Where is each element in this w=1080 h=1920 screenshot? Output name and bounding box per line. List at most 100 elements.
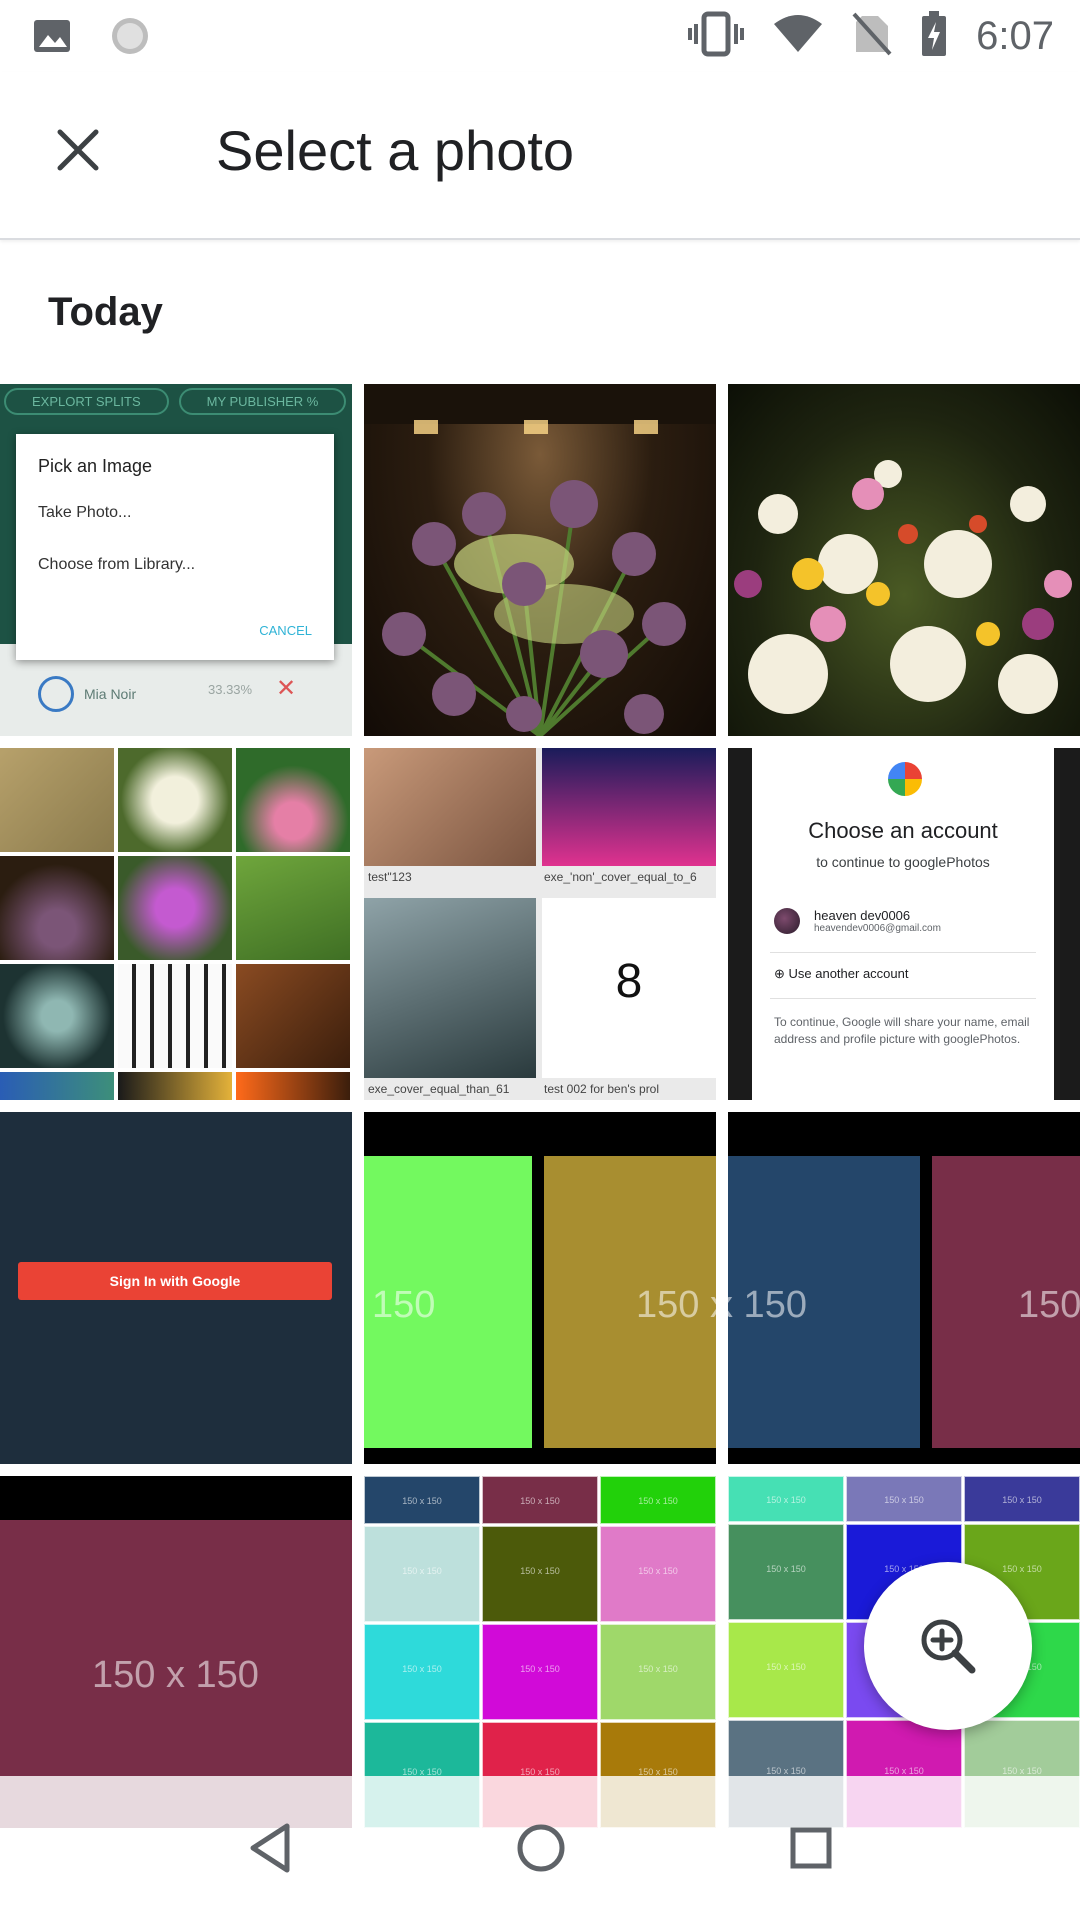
collage-cell bbox=[0, 856, 114, 960]
avatar-icon bbox=[38, 676, 74, 712]
photo-tile-allium-flowers[interactable] bbox=[364, 384, 716, 736]
home-circle-icon bbox=[517, 1824, 565, 1872]
thumb-label: test"123 bbox=[368, 870, 412, 884]
selfie-thumb bbox=[364, 748, 536, 866]
use-another-account: ⊕ Use another account bbox=[774, 966, 908, 982]
placeholder-label: 150 bbox=[1018, 1284, 1080, 1326]
zoom-in-icon bbox=[921, 1619, 976, 1674]
collage-cell bbox=[118, 1072, 232, 1100]
bouquet-photo bbox=[734, 460, 1072, 714]
nav-back-button[interactable] bbox=[226, 1806, 316, 1890]
account-avatar bbox=[774, 908, 800, 934]
collage-cell bbox=[236, 748, 350, 852]
image-icon bbox=[30, 14, 74, 63]
grid-cell: 150 x 150 bbox=[600, 1526, 716, 1622]
nav-recents-button[interactable] bbox=[766, 1806, 856, 1890]
page-title: Select a photo bbox=[216, 119, 575, 182]
photo-tile-mixed-screens[interactable]: test"123 exe_'non'_cover_equal_to_6 8 ex… bbox=[364, 748, 716, 1100]
zoom-in-button[interactable] bbox=[864, 1562, 1032, 1730]
vibrate-icon bbox=[688, 10, 745, 63]
dialog-title: Pick an Image bbox=[38, 456, 153, 476]
placeholder-label: 150 x 150 bbox=[636, 1284, 716, 1326]
row-percent: 33.33% bbox=[208, 682, 253, 697]
row-name: Mia Noir bbox=[84, 686, 137, 702]
grid-cell: 150 x 150 bbox=[600, 1624, 716, 1720]
collage-cell bbox=[0, 964, 114, 1068]
account-email: heavendev0006@gmail.com bbox=[814, 923, 941, 934]
dialog-option-library: Choose from Library... bbox=[38, 556, 196, 573]
grid-cell: 150 x 150 bbox=[482, 1526, 598, 1622]
collage-cell bbox=[236, 1072, 350, 1100]
pill-explort-splits: EXPLORT SPLITS bbox=[4, 388, 169, 415]
app-bar: Select a photo bbox=[0, 72, 1080, 240]
grid-cell: 150 x 150 bbox=[728, 1622, 844, 1718]
placeholder-label: 150 x 150 bbox=[92, 1654, 259, 1696]
dialog-list-row: Mia Noir bbox=[38, 676, 136, 712]
divider bbox=[770, 998, 1036, 999]
status-right-icons: 6:07 bbox=[688, 10, 1054, 63]
photo-tile-collage[interactable] bbox=[0, 748, 352, 1100]
use-another-label: Use another account bbox=[788, 966, 909, 981]
collage-cell bbox=[118, 856, 232, 960]
thumb-label: exe_'non'_cover_equal_to_6 bbox=[544, 870, 697, 884]
battery-charging-icon bbox=[920, 10, 948, 63]
collage-cell bbox=[118, 964, 232, 1068]
close-button[interactable] bbox=[38, 110, 118, 190]
status-left-icons bbox=[30, 14, 152, 63]
dialog-cancel: CANCEL bbox=[259, 623, 312, 638]
remove-icon: ✕ bbox=[276, 675, 297, 702]
grid-cell: 150 x 150 bbox=[846, 1476, 962, 1522]
collage-cell bbox=[0, 748, 114, 852]
photo-tile-bouquet[interactable] bbox=[728, 384, 1080, 736]
pill-my-publisher: MY PUBLISHER % bbox=[178, 388, 347, 415]
nav-home-button[interactable] bbox=[496, 1806, 586, 1890]
placeholder-label: 150 bbox=[372, 1284, 436, 1326]
collage-cell bbox=[118, 748, 232, 852]
neon-hall-thumb bbox=[542, 748, 716, 866]
grid-cell: 150 x 150 bbox=[728, 1476, 844, 1522]
allium-photo bbox=[364, 384, 716, 736]
account-row: heaven dev0006 heavendev0006@gmail.com bbox=[774, 908, 941, 934]
photo-tile-green-olive-placeholder[interactable]: 150 150 x 150 bbox=[364, 1112, 716, 1464]
big-digit: 8 bbox=[615, 955, 643, 1008]
grid-cell: 150 x 150 bbox=[728, 1524, 844, 1620]
photo-tile-pick-image-dialog[interactable]: EXPLORT SPLITS MY PUBLISHER % Mia Noir 3… bbox=[0, 384, 352, 736]
recents-square-icon bbox=[790, 1827, 832, 1869]
grid-cell: 150 x 150 bbox=[364, 1476, 480, 1524]
wifi-icon bbox=[772, 12, 824, 61]
grid-cell: 150 x 150 bbox=[964, 1476, 1080, 1522]
waterfall-thumb bbox=[364, 898, 536, 1078]
google-photos-logo-icon bbox=[888, 762, 922, 796]
collage-cell bbox=[236, 856, 350, 960]
no-sim-icon bbox=[852, 12, 892, 61]
status-time: 6:07 bbox=[976, 14, 1054, 58]
section-title-today: Today bbox=[48, 290, 163, 334]
grid-cell: 150 x 150 bbox=[482, 1624, 598, 1720]
grid-cell: 150 x 150 bbox=[364, 1624, 480, 1720]
account-heading: Choose an account bbox=[808, 818, 998, 843]
dialog-option-take-photo: Take Photo... bbox=[38, 504, 132, 521]
back-triangle-icon bbox=[250, 1823, 290, 1873]
dialog-top-buttons: EXPLORT SPLITS MY PUBLISHER % bbox=[4, 388, 347, 415]
pick-image-dialog: Pick an Image Take Photo... Choose from … bbox=[16, 434, 334, 660]
divider bbox=[770, 952, 1036, 953]
account-subheading: to continue to googlePhotos bbox=[816, 854, 990, 870]
grid-cell: 150 x 150 bbox=[482, 1476, 598, 1524]
add-person-icon: ⊕ bbox=[774, 966, 789, 981]
collage-cell bbox=[236, 964, 350, 1068]
photo-tile-sign-in[interactable]: Sign In with Google bbox=[0, 1112, 352, 1464]
sync-icon bbox=[108, 14, 152, 63]
navigation-bar bbox=[0, 1776, 1080, 1920]
close-icon bbox=[57, 129, 99, 171]
account-name: heaven dev0006 bbox=[814, 908, 911, 923]
digit-thumb: 8 bbox=[542, 898, 716, 1078]
thumb-label: exe_cover_equal_than_61 bbox=[368, 1082, 510, 1096]
placeholder-label: x 150 bbox=[728, 1284, 807, 1326]
account-chooser-card: Choose an account to continue to googleP… bbox=[752, 748, 1054, 1100]
grid-cell: 150 x 150 bbox=[364, 1526, 480, 1622]
photo-tile-choose-account[interactable]: Choose an account to continue to googleP… bbox=[728, 748, 1080, 1100]
thumb-label: test 002 for ben's prol bbox=[544, 1082, 660, 1096]
photo-tile-navy-maroon-placeholder[interactable]: x 150 150 bbox=[728, 1112, 1080, 1464]
grid-cell: 150 x 150 bbox=[600, 1476, 716, 1524]
collage-cell bbox=[0, 1072, 114, 1100]
